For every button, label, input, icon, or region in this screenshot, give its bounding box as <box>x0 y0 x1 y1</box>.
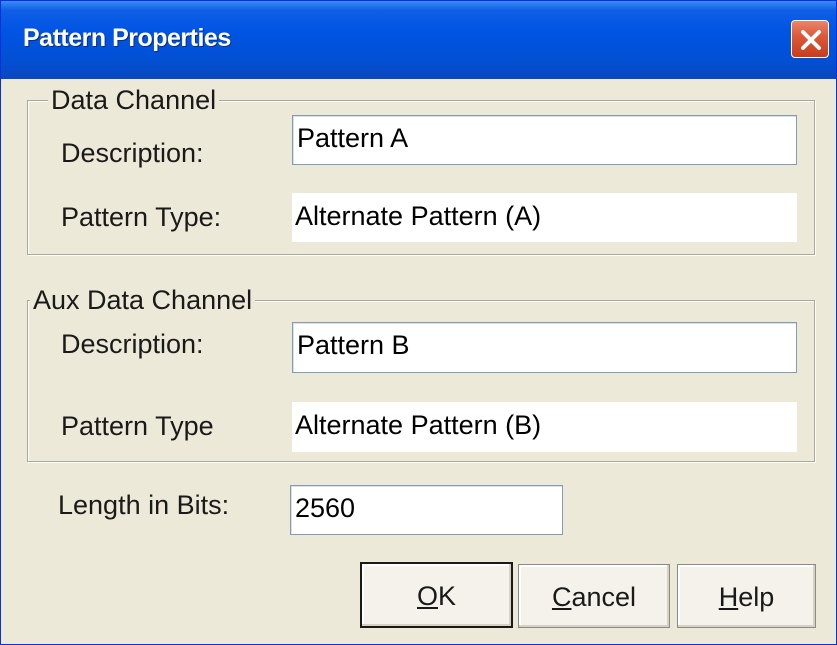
ok-button[interactable]: OK <box>360 562 513 628</box>
data-description-label: Description: <box>61 138 204 168</box>
cancel-button[interactable]: Cancel <box>518 564 670 628</box>
help-accelerator: H <box>718 582 739 612</box>
cancel-label-rest: ancel <box>571 582 637 612</box>
close-icon <box>801 30 821 50</box>
length-in-bits-value: 2560 <box>295 493 356 523</box>
aux-description-label: Description: <box>61 329 204 359</box>
aux-description-value: Pattern B <box>297 330 410 360</box>
close-button[interactable] <box>791 20 829 58</box>
data-pattern-type-value: Alternate Pattern (A) <box>295 201 542 231</box>
length-in-bits-label: Length in Bits: <box>58 490 230 520</box>
cancel-accelerator: C <box>551 582 572 612</box>
aux-pattern-type-value: Alternate Pattern (B) <box>295 410 542 440</box>
data-channel-group-label: Data Channel <box>48 85 220 116</box>
title-bar[interactable]: Pattern Properties <box>1 1 836 79</box>
data-pattern-type-label: Pattern Type: <box>61 202 222 232</box>
length-in-bits-input[interactable]: 2560 <box>290 485 563 535</box>
help-button[interactable]: Help <box>677 564 816 628</box>
aux-pattern-type-field: Alternate Pattern (B) <box>292 402 797 452</box>
data-description-value: Pattern A <box>297 123 409 153</box>
aux-data-channel-group-label: Aux Data Channel <box>30 285 256 316</box>
data-pattern-type-field: Alternate Pattern (A) <box>292 193 797 242</box>
pattern-properties-dialog: Pattern Properties Data Channel Descript… <box>0 0 837 645</box>
aux-pattern-type-label: Pattern Type <box>61 411 214 441</box>
window-title: Pattern Properties <box>23 24 231 52</box>
data-description-input[interactable]: Pattern A <box>292 115 797 165</box>
ok-accelerator: O <box>416 581 438 611</box>
ok-label-rest: K <box>438 581 457 611</box>
help-label-rest: elp <box>738 582 775 612</box>
aux-description-input[interactable]: Pattern B <box>292 322 797 373</box>
